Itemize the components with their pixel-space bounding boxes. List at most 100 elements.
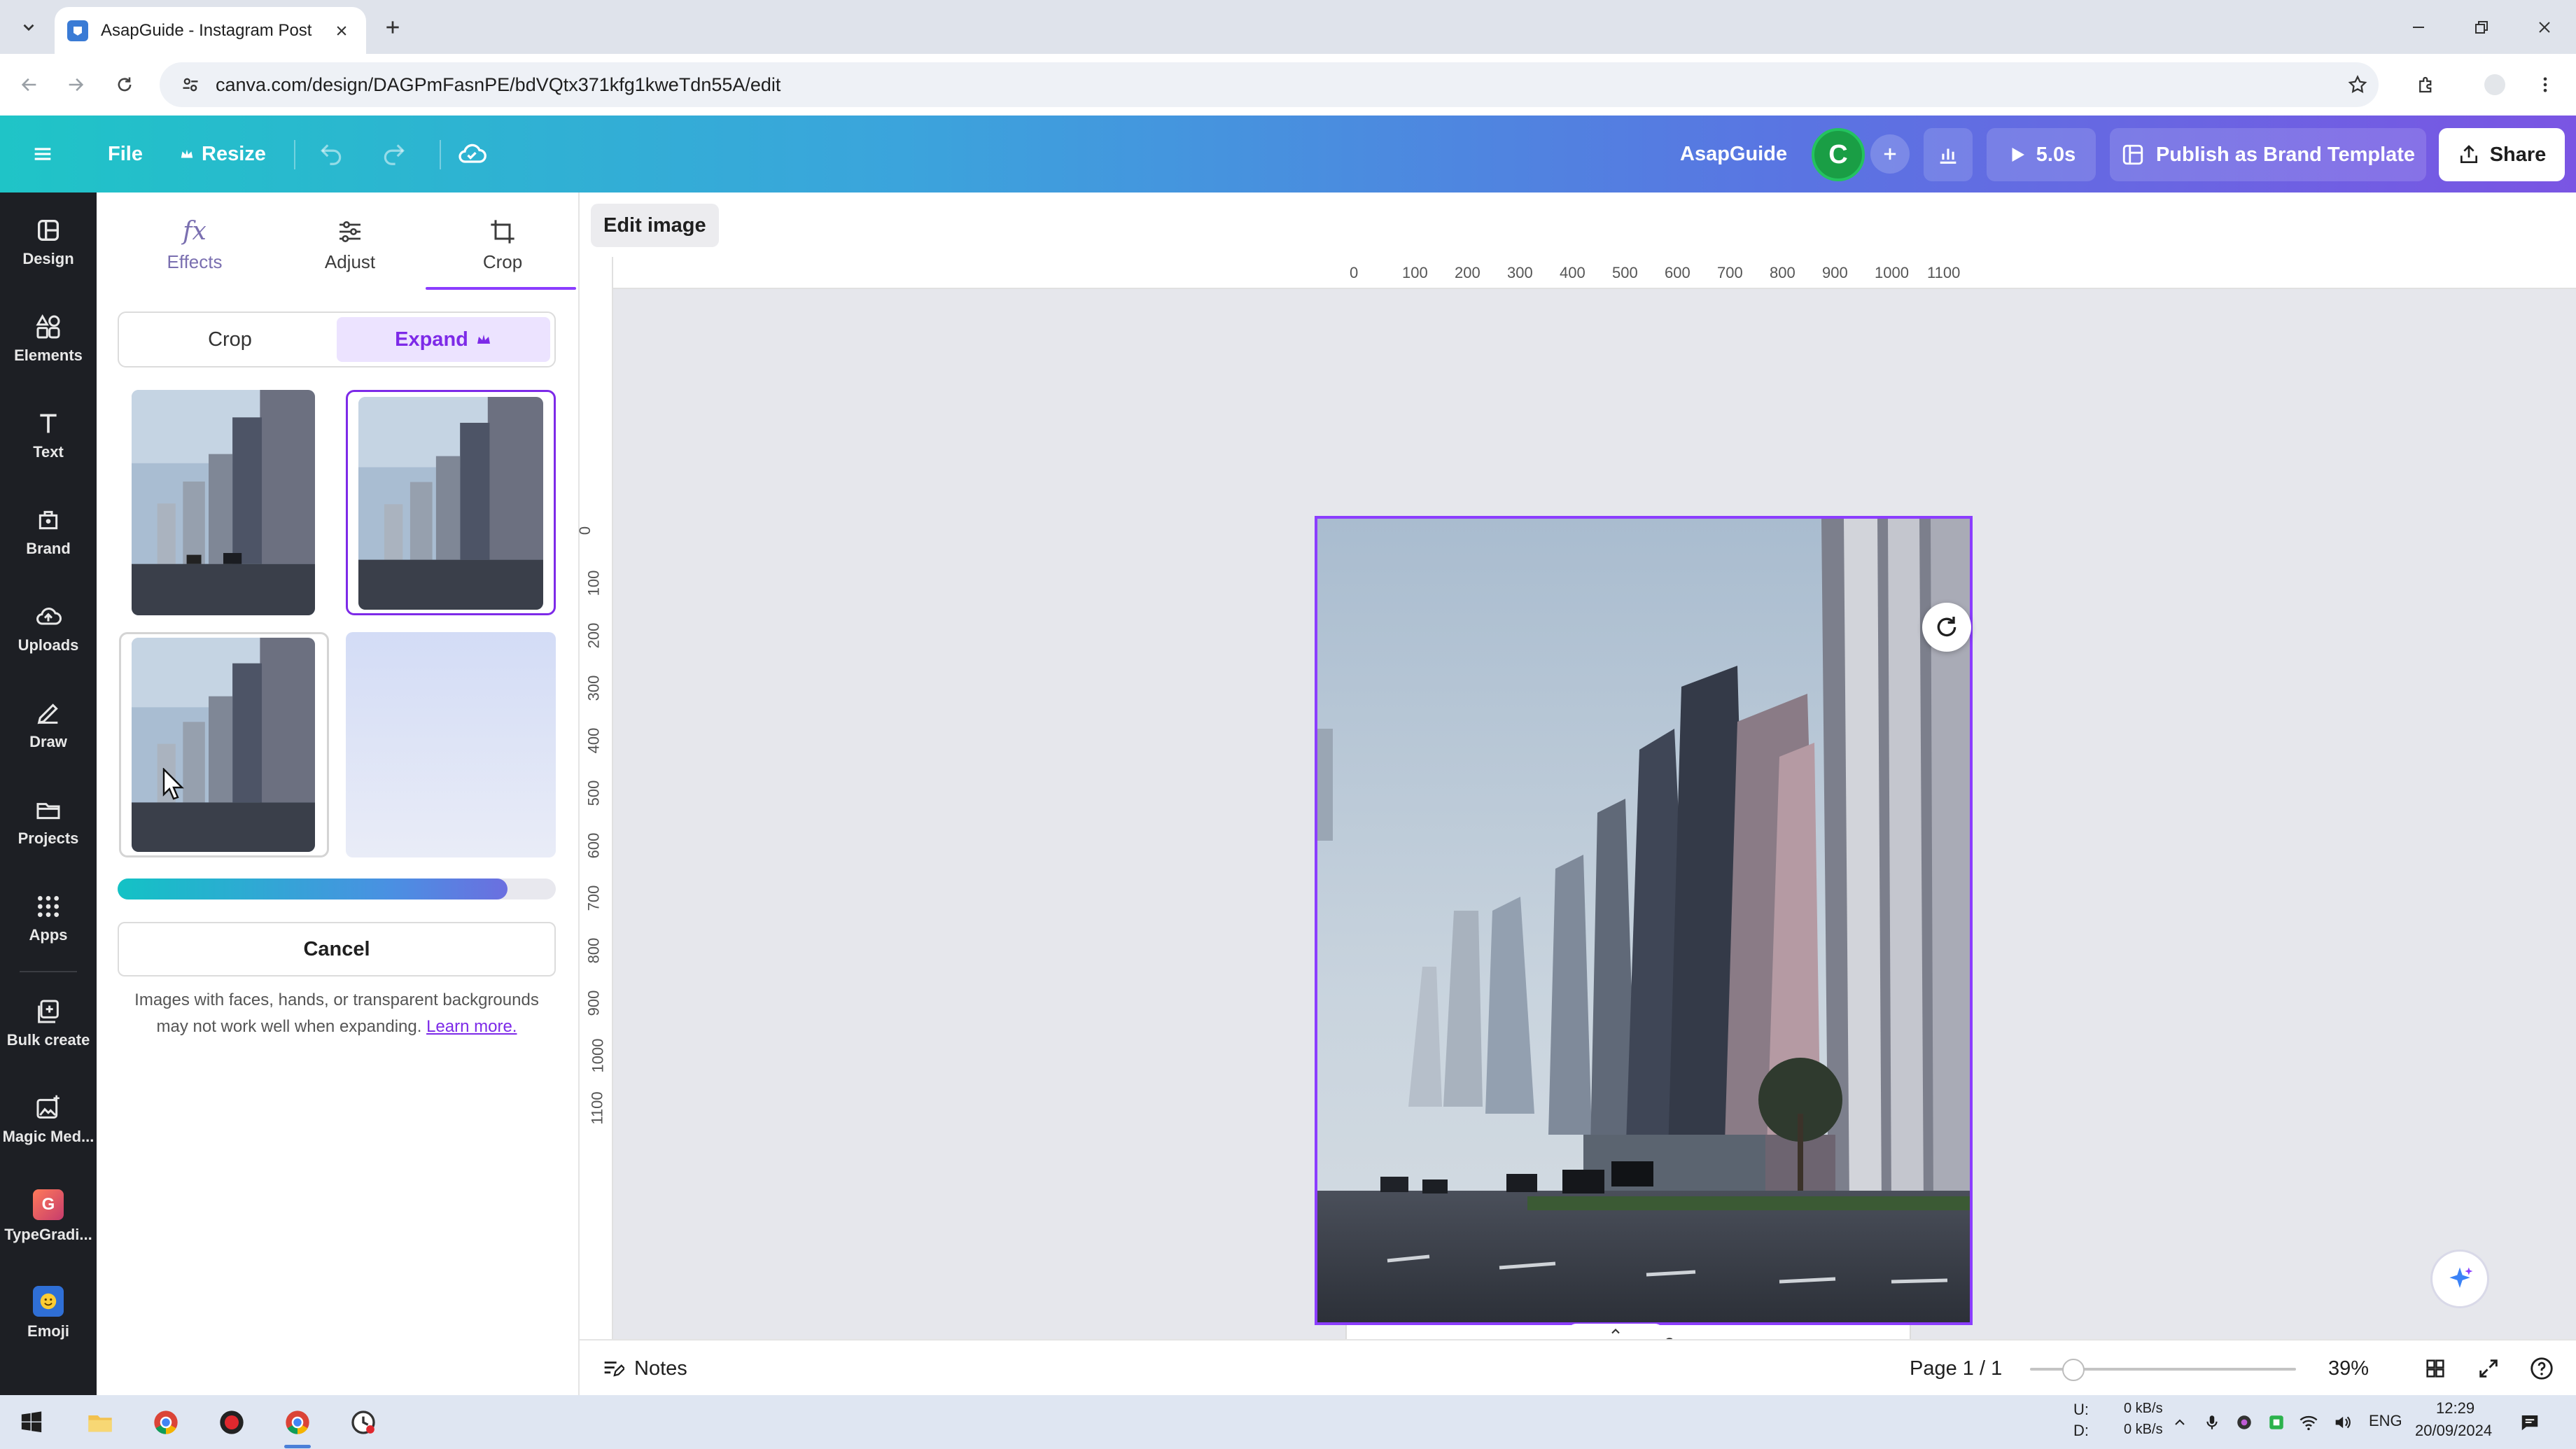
publish-brand-template-button[interactable]: Publish as Brand Template (2110, 128, 2426, 181)
forward-button[interactable] (60, 69, 91, 100)
edit-image-button[interactable]: Edit image (591, 204, 719, 247)
clock-date[interactable]: 20/09/2024 (2415, 1422, 2492, 1440)
rail-item-apps[interactable]: Apps (0, 877, 97, 960)
city-street-thumbnail (132, 390, 315, 615)
new-tab-button[interactable] (378, 13, 407, 42)
ruler-tick-label: 1100 (1927, 264, 1961, 281)
chrome-icon (154, 1410, 178, 1434)
net-down-label: D: (2073, 1422, 2089, 1439)
rail-label: Uploads (18, 636, 79, 654)
recorder-tray-icon[interactable] (2230, 1405, 2258, 1440)
browser-menu-button[interactable] (2530, 69, 2561, 100)
undo-button[interactable] (318, 115, 344, 192)
redo-button[interactable] (381, 115, 407, 192)
editor-workspace: Edit image 0 100 200 300 400 500 600 700 800 900 1… (576, 192, 2576, 1359)
zoom-slider-handle[interactable] (2062, 1359, 2085, 1381)
volume-tray-icon[interactable] (2328, 1405, 2356, 1440)
rotate-handle[interactable] (1922, 603, 1971, 652)
restore-button[interactable] (2450, 0, 2513, 54)
rail-item-uploads[interactable]: Uploads (0, 587, 97, 670)
crop-mode-button[interactable]: Crop (123, 317, 337, 362)
tray-overflow-button[interactable] (2166, 1405, 2194, 1440)
recorder-button[interactable] (214, 1405, 249, 1440)
tab-adjust[interactable]: Adjust (273, 206, 427, 284)
share-button[interactable]: Share (2439, 128, 2565, 181)
rail-item-bulk-create[interactable]: Bulk create (0, 982, 97, 1065)
text-icon (40, 414, 57, 433)
notes-label: Notes (634, 1357, 687, 1380)
app-tray-icon[interactable] (2262, 1405, 2290, 1440)
chrome-button[interactable] (148, 1405, 183, 1440)
rail-label: Projects (18, 830, 79, 847)
plus-icon (1884, 148, 1896, 160)
wifi-tray-icon[interactable] (2295, 1405, 2323, 1440)
ruler-tick-label: 0 (1350, 264, 1359, 281)
file-explorer-button[interactable] (83, 1405, 118, 1440)
file-menu-button[interactable]: File (108, 115, 143, 192)
chrome-active-button[interactable] (280, 1405, 315, 1440)
avatar[interactable]: C (1812, 128, 1865, 181)
magic-assistant-button[interactable] (2430, 1250, 2489, 1308)
close-window-button[interactable] (2513, 0, 2576, 54)
team-name[interactable]: AsapGuide (1680, 115, 1787, 192)
ruler-tick-label: 200 (584, 622, 603, 649)
play-icon (2012, 148, 2024, 162)
bookmark-button[interactable] (2342, 69, 2373, 100)
back-button[interactable] (14, 69, 45, 100)
rail-item-elements[interactable]: Elements (0, 298, 97, 380)
tab-crop[interactable]: Crop (426, 206, 580, 284)
zoom-level[interactable]: 39% (2328, 1340, 2369, 1396)
learn-more-link[interactable]: Learn more. (426, 1017, 517, 1036)
insights-button[interactable] (1924, 128, 1973, 181)
invite-button[interactable] (1870, 115, 1910, 192)
expand-mode-button[interactable]: Expand (337, 317, 550, 362)
grid-view-button[interactable] (2423, 1340, 2447, 1396)
clock-time[interactable]: 12:29 (2436, 1399, 2474, 1418)
design-page[interactable] (1315, 516, 1973, 1325)
page-indicator[interactable]: Page 1 / 1 (1910, 1340, 2002, 1396)
help-button[interactable] (2528, 1340, 2555, 1396)
cancel-button[interactable]: Cancel (118, 922, 556, 976)
wifi-icon (2300, 1415, 2318, 1431)
tab-search-button[interactable] (14, 13, 43, 42)
rail-item-projects[interactable]: Projects (0, 780, 97, 863)
minimize-button[interactable] (2387, 0, 2450, 54)
tab-effects[interactable]: fx Effects (118, 206, 272, 284)
notes-button[interactable]: Notes (601, 1340, 687, 1396)
arrow-right-icon (69, 78, 84, 92)
rail-item-emoji[interactable]: Emoji (0, 1272, 97, 1354)
rail-item-text[interactable]: Text (0, 394, 97, 477)
site-settings-icon[interactable] (181, 75, 200, 94)
language-indicator[interactable]: ENG (2369, 1412, 2402, 1430)
ruler-tick-label: 100 (584, 570, 603, 596)
present-button[interactable]: 5.0s (1987, 128, 2096, 181)
ruler-tick-label: 700 (1717, 264, 1743, 281)
rail-item-brand[interactable]: Brand (0, 491, 97, 573)
notifications-button[interactable] (2514, 1405, 2545, 1440)
profile-button[interactable] (2479, 69, 2510, 100)
tab-close-button[interactable] (330, 19, 354, 43)
browser-tab[interactable]: AsapGuide - Instagram Post (55, 7, 366, 54)
extensions-button[interactable] (2411, 69, 2442, 100)
rail-item-draw[interactable]: Draw (0, 684, 97, 766)
expand-option-1[interactable] (132, 390, 315, 615)
start-button[interactable] (14, 1405, 49, 1440)
address-bar[interactable]: canva.com/design/DAGPmFasnPE/bdVQtx371kf… (160, 62, 2379, 107)
chrome-icon (286, 1410, 309, 1434)
rail-item-typegradient[interactable]: G TypeGradi... (0, 1175, 97, 1258)
collapse-pages-button[interactable] (1567, 1324, 1665, 1339)
rail-item-magic-media[interactable]: Magic Med... (0, 1079, 97, 1161)
main-menu-button[interactable] (31, 115, 55, 192)
fullscreen-button[interactable] (2477, 1340, 2500, 1396)
clock-app-button[interactable] (346, 1405, 381, 1440)
microphone-tray-icon[interactable] (2198, 1405, 2226, 1440)
left-rail: Design Elements Text Brand Uploads Draw … (0, 192, 97, 1395)
rail-label: Brand (26, 540, 71, 557)
save-status-button[interactable] (456, 115, 487, 192)
rail-item-design[interactable]: Design (0, 201, 97, 284)
ruler-tick-label: 1000 (1875, 264, 1909, 281)
folder-icon (88, 1415, 112, 1432)
reload-button[interactable] (109, 69, 140, 100)
resize-button[interactable]: Resize (179, 115, 266, 192)
rotate-icon (1937, 617, 1956, 637)
